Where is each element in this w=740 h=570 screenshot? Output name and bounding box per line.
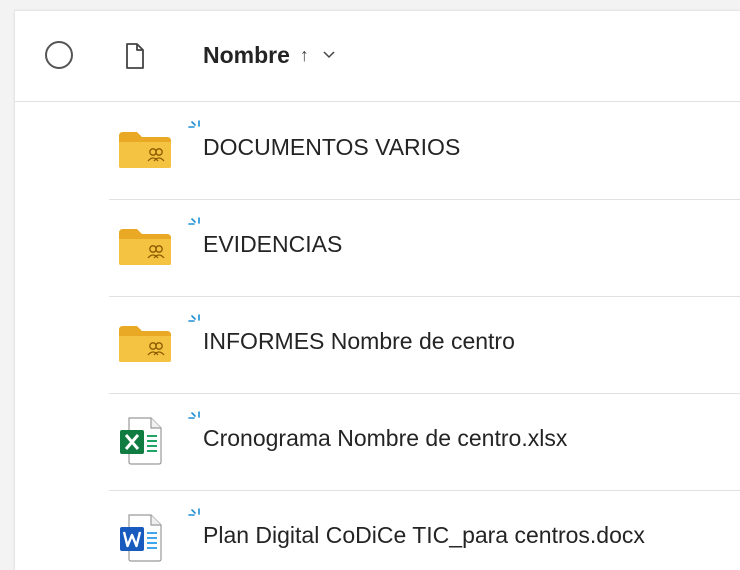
file-name[interactable]: Cronograma Nombre de centro.xlsx bbox=[203, 425, 567, 452]
shared-folder-icon bbox=[119, 229, 171, 265]
select-all-checkbox[interactable] bbox=[45, 41, 73, 69]
list-item[interactable]: EVIDENCIAS bbox=[109, 199, 740, 297]
file-list-panel: Nombre ↑ DOCUMENTOS VARIOS EVIDENCIAS IN… bbox=[14, 10, 740, 570]
list-item[interactable]: Cronograma Nombre de centro.xlsx bbox=[109, 393, 740, 491]
new-item-sparkle-icon bbox=[188, 217, 200, 225]
excel-file-icon bbox=[120, 417, 162, 465]
file-name[interactable]: Plan Digital CoDiCe TIC_para centros.doc… bbox=[203, 522, 645, 549]
file-name[interactable]: EVIDENCIAS bbox=[203, 231, 342, 258]
new-item-sparkle-icon bbox=[188, 508, 200, 516]
sort-ascending-icon: ↑ bbox=[299, 44, 309, 65]
list-item[interactable]: Plan Digital CoDiCe TIC_para centros.doc… bbox=[109, 490, 740, 570]
file-type-header-icon[interactable] bbox=[125, 43, 145, 69]
new-item-sparkle-icon bbox=[188, 314, 200, 322]
shared-folder-icon bbox=[119, 132, 171, 168]
shared-folder-icon bbox=[119, 326, 171, 362]
list-header: Nombre ↑ bbox=[15, 11, 740, 102]
list-item[interactable]: INFORMES Nombre de centro bbox=[109, 296, 740, 394]
column-header-name-label: Nombre bbox=[203, 41, 290, 68]
new-item-sparkle-icon bbox=[188, 411, 200, 419]
file-name[interactable]: INFORMES Nombre de centro bbox=[203, 328, 515, 355]
new-item-sparkle-icon bbox=[188, 120, 200, 128]
file-name[interactable]: DOCUMENTOS VARIOS bbox=[203, 134, 460, 161]
chevron-down-icon[interactable] bbox=[323, 51, 335, 59]
column-header-name[interactable]: Nombre ↑ bbox=[203, 41, 335, 69]
list-item[interactable]: DOCUMENTOS VARIOS bbox=[109, 102, 740, 200]
word-file-icon bbox=[120, 514, 162, 562]
